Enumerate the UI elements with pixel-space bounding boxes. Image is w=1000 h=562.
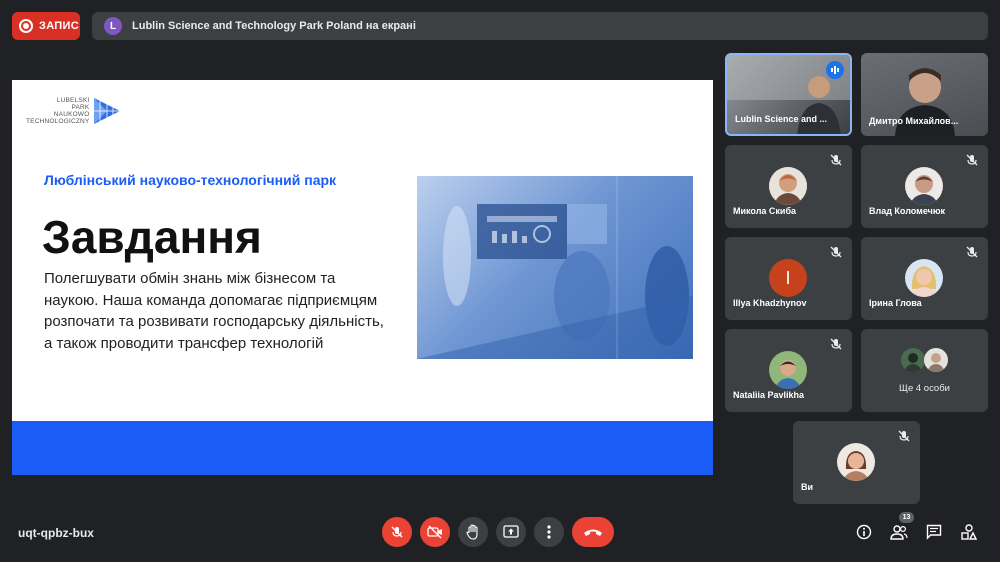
participant-tile-self[interactable]: Ви <box>793 421 920 504</box>
avatar <box>769 351 807 389</box>
mic-toggle-button[interactable] <box>382 517 412 547</box>
participant-tile-dmytro[interactable]: Дмитро Михайлов... <box>861 53 988 136</box>
avatar <box>837 443 875 481</box>
present-icon <box>503 525 519 538</box>
recording-label: ЗАПИС <box>39 20 79 32</box>
mic-off-icon <box>830 338 842 350</box>
lpnt-logo: LUBELSKI PARK NAUKOWO TECHNOLOGICZNY <box>26 96 122 126</box>
mic-off-icon <box>830 154 842 166</box>
participant-name: Ірина Глова <box>869 298 922 308</box>
logo-text: LUBELSKI PARK NAUKOWO TECHNOLOGICZNY <box>26 97 90 125</box>
raise-hand-button[interactable] <box>458 517 488 547</box>
participant-name: Illya Khadzhynov <box>733 298 807 308</box>
participant-tile-illya[interactable]: I Illya Khadzhynov <box>725 237 852 320</box>
camera-toggle-button[interactable] <box>420 517 450 547</box>
phone-hangup-icon <box>584 529 602 536</box>
presenting-text: Lublin Science and Technology Park Polan… <box>132 20 416 32</box>
more-options-button[interactable] <box>534 517 564 547</box>
present-screen-button[interactable] <box>496 517 526 547</box>
avatar <box>905 167 943 205</box>
more-participants-label: Ще 4 особи <box>899 383 950 394</box>
avatar <box>905 259 943 297</box>
speaking-indicator-icon <box>826 61 844 79</box>
mic-off-icon <box>966 246 978 258</box>
leave-call-button[interactable] <box>572 517 614 547</box>
slide-footer-bar <box>12 421 713 475</box>
more-vert-icon <box>547 525 551 539</box>
office-photo <box>417 176 693 359</box>
mic-off-icon <box>830 246 842 258</box>
recording-badge[interactable]: ЗАПИС <box>12 12 80 40</box>
info-icon <box>856 524 872 540</box>
participant-name: Дмитро Михайлов... <box>869 116 959 126</box>
participant-tile-iryna[interactable]: Ірина Глова <box>861 237 988 320</box>
participant-name: Nataliia Pavlikha <box>733 390 805 400</box>
participant-name: Ви <box>801 482 814 492</box>
participant-name: Влад Коломечюк <box>869 206 946 216</box>
avatar <box>924 348 948 372</box>
mic-off-icon <box>898 430 910 442</box>
participant-tile-more[interactable]: Ще 4 особи <box>861 329 988 412</box>
presenter-avatar: L <box>104 17 122 35</box>
participant-tile-nataliia[interactable]: Nataliia Pavlikha <box>725 329 852 412</box>
people-icon <box>890 525 908 540</box>
participant-count-badge: 13 <box>899 512 914 523</box>
participant-tile-lublin-science[interactable]: Lublin Science and ... <box>725 53 852 136</box>
activities-icon <box>961 524 977 540</box>
mic-off-icon <box>966 154 978 166</box>
hand-icon <box>466 524 478 540</box>
participant-tile-mykola[interactable]: Микола Скиба <box>725 145 852 228</box>
activities-button[interactable] <box>959 522 979 542</box>
participant-name: Микола Скиба <box>733 206 797 216</box>
mic-off-icon <box>391 526 403 538</box>
participant-name: Lublin Science and ... <box>735 114 828 124</box>
presenting-banner: L Lublin Science and Technology Park Pol… <box>92 12 988 40</box>
participant-tile-vlad[interactable]: Влад Коломечюк <box>861 145 988 228</box>
chat-button[interactable] <box>924 522 944 542</box>
chat-icon <box>926 524 942 540</box>
avatar <box>769 167 807 205</box>
slide-title: Завдання <box>42 211 262 263</box>
avatar <box>901 348 925 372</box>
meeting-code: uqt-qpbz-bux <box>18 526 94 540</box>
meeting-details-button[interactable] <box>854 522 874 542</box>
people-button[interactable] <box>889 522 909 542</box>
record-icon <box>19 19 33 33</box>
slide-body: Полегшувати обмін знань між бізнесом та … <box>44 270 384 352</box>
presentation-slide: LUBELSKI PARK NAUKOWO TECHNOLOGICZNY Люб… <box>12 80 713 475</box>
logo-triangle-icon <box>94 98 121 124</box>
camera-off-icon <box>427 525 442 539</box>
letter-avatar: I <box>769 259 807 297</box>
slide-subtitle: Люблінський науково-технологічний парк <box>44 172 337 188</box>
